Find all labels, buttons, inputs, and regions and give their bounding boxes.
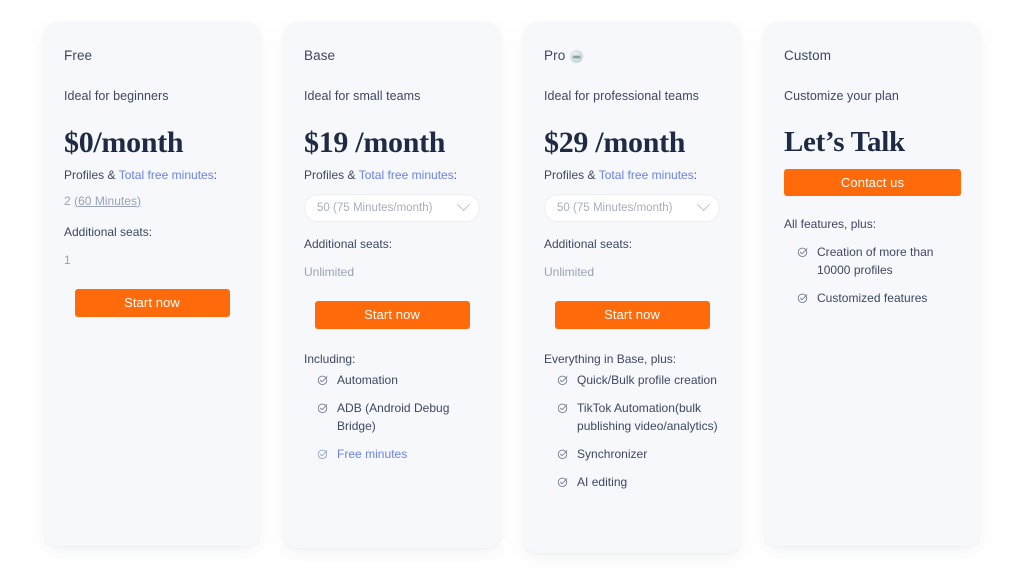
plan-name-custom: Custom xyxy=(784,48,960,63)
chevron-down-icon xyxy=(697,198,710,212)
feature-text: AI editing xyxy=(577,474,628,489)
pricing-plans-container: Free Ideal for beginners $0/month Profil… xyxy=(0,0,1024,570)
profiles-select-value: 50 (75 Minutes/month) xyxy=(557,201,673,214)
pro-badge-icon xyxy=(570,50,584,63)
plan-card-pro: Pro Ideal for professional teams $29 /mo… xyxy=(524,22,740,553)
list-item: Customized features xyxy=(797,289,960,307)
check-circle-icon xyxy=(557,403,568,413)
profiles-label-prefix: Profiles & xyxy=(64,167,119,182)
plan-name-label: Base xyxy=(304,48,336,63)
chevron-down-icon xyxy=(457,198,470,212)
profiles-select-base[interactable]: 50 (75 Minutes/month) xyxy=(304,193,480,222)
profiles-count: 2 xyxy=(64,193,75,208)
list-item: AI editing xyxy=(557,473,720,491)
profiles-value-free: 2 (60 Minutes) xyxy=(64,194,240,208)
check-circle-icon xyxy=(317,403,328,413)
plan-name-pro: Pro xyxy=(544,48,720,63)
plan-name-label: Free xyxy=(64,48,93,63)
profiles-minutes-note: (60 Minutes) xyxy=(74,193,141,208)
list-item: Automation xyxy=(317,371,480,389)
check-circle-icon xyxy=(317,375,328,385)
contact-us-button[interactable]: Contact us xyxy=(784,169,961,197)
start-now-button-pro[interactable]: Start now xyxy=(554,300,710,329)
total-free-minutes-link[interactable]: Total free minutes xyxy=(359,168,454,182)
feature-text: Synchronizer xyxy=(577,446,648,461)
profiles-select-value: 50 (75 Minutes/month) xyxy=(317,201,433,214)
profiles-label-pro: Profiles & Total free minutes: xyxy=(544,168,720,182)
seats-value-pro: Unlimited xyxy=(544,264,595,279)
profiles-label-suffix: : xyxy=(693,167,698,182)
plan-tagline-base: Ideal for small teams xyxy=(304,89,421,103)
plan-name-base: Base xyxy=(304,48,480,63)
features-heading-custom: All features, plus: xyxy=(784,217,877,232)
plan-tagline-pro: Ideal for professional teams xyxy=(544,89,699,103)
seats-value-free: 1 xyxy=(64,252,71,267)
check-circle-icon xyxy=(317,449,328,459)
seats-label-pro: Additional seats: xyxy=(544,236,633,251)
feature-text: Customized features xyxy=(817,291,928,306)
seats-label-free: Additional seats: xyxy=(64,224,153,239)
profiles-label-suffix: : xyxy=(213,167,218,182)
profiles-label-suffix: : xyxy=(453,167,458,182)
feature-text: TikTok Automation(bulk publishing video/… xyxy=(577,400,718,433)
seats-value-base: Unlimited xyxy=(304,264,355,279)
plan-card-free: Free Ideal for beginners $0/month Profil… xyxy=(44,22,260,546)
list-item: Creation of more than 10000 profiles xyxy=(797,243,960,279)
start-now-button-free[interactable]: Start now xyxy=(74,288,230,317)
seats-label-base: Additional seats: xyxy=(304,236,393,251)
list-item: Synchronizer xyxy=(557,445,720,463)
plan-tagline-custom: Customize your plan xyxy=(784,89,899,103)
feature-text: Quick/Bulk profile creation xyxy=(577,372,717,387)
feature-text: Automation xyxy=(337,372,398,387)
feature-list-pro: Quick/Bulk profile creation TikTok Autom… xyxy=(544,371,720,491)
profiles-label-prefix: Profiles & xyxy=(304,167,359,182)
plan-card-custom: Custom Customize your plan Let’s Talk Co… xyxy=(764,22,980,546)
profiles-label-base: Profiles & Total free minutes: xyxy=(304,168,480,182)
check-circle-icon xyxy=(557,477,568,487)
check-circle-icon xyxy=(797,294,808,304)
features-heading-pro: Everything in Base, plus: xyxy=(544,351,677,366)
feature-list-custom: Creation of more than 10000 profiles Cus… xyxy=(784,243,960,307)
plan-tagline-free: Ideal for beginners xyxy=(64,89,169,103)
plan-name-free: Free xyxy=(64,48,240,63)
plan-name-label: Pro xyxy=(544,48,566,63)
feature-text: ADB (Android Debug Bridge) xyxy=(337,400,450,433)
plan-card-base: Base Ideal for small teams $19 /month Pr… xyxy=(284,22,500,548)
profiles-label-prefix: Profiles & xyxy=(544,167,599,182)
plan-price-pro: $29 /month xyxy=(544,126,686,159)
plan-price-free: $0/month xyxy=(64,126,184,159)
start-now-button-base[interactable]: Start now xyxy=(314,300,470,329)
list-item: TikTok Automation(bulk publishing video/… xyxy=(557,399,720,435)
feature-text: Creation of more than 10000 profiles xyxy=(817,245,934,278)
check-circle-icon xyxy=(557,375,568,385)
feature-link-text[interactable]: Free minutes xyxy=(337,445,407,463)
list-item: ADB (Android Debug Bridge) xyxy=(317,399,480,435)
profiles-label-free: Profiles & Total free minutes: xyxy=(64,168,240,182)
feature-list-base: Automation ADB (Android Debug Bridge) Fr… xyxy=(304,371,480,463)
total-free-minutes-link[interactable]: Total free minutes xyxy=(599,168,694,182)
plan-price-custom: Let’s Talk xyxy=(784,126,905,158)
plan-price-base: $19 /month xyxy=(304,126,446,159)
list-item: Quick/Bulk profile creation xyxy=(557,371,720,389)
check-circle-icon xyxy=(557,449,568,459)
check-circle-icon xyxy=(797,248,808,258)
features-heading-base: Including: xyxy=(304,351,356,366)
profiles-select-pro[interactable]: 50 (75 Minutes/month) xyxy=(544,193,720,222)
total-free-minutes-link[interactable]: Total free minutes xyxy=(119,168,214,182)
list-item[interactable]: Free minutes xyxy=(317,445,480,463)
plan-name-label: Custom xyxy=(784,48,832,63)
